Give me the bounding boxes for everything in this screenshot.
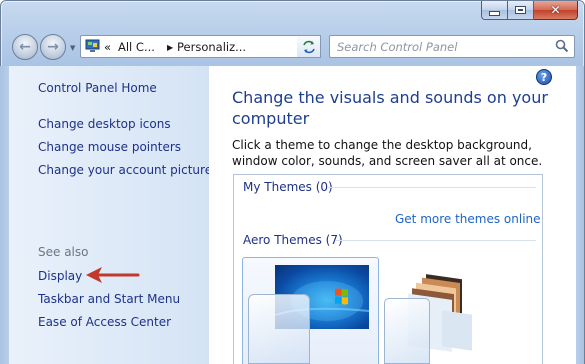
my-themes-divider — [328, 187, 536, 188]
recent-pages-dropdown-icon[interactable]: ▼ — [70, 44, 75, 52]
navigation-buttons: ← → ▼ — [12, 34, 75, 62]
see-also-heading: See also — [38, 245, 89, 259]
sidebar-link-ease-of-access-center[interactable]: Ease of Access Center — [38, 315, 171, 329]
forward-arrow-icon: → — [47, 39, 59, 55]
breadcrumb-personalization[interactable]: Personaliz... — [177, 40, 246, 54]
vertical-scrollbar[interactable] — [563, 66, 576, 364]
address-bar[interactable]: « All C... ▶ Personaliz... ▼ — [80, 35, 320, 58]
sidebar-link-display[interactable]: Display — [38, 269, 82, 283]
help-icon[interactable]: ? — [536, 69, 552, 85]
annotation-arrow-icon — [86, 267, 140, 283]
control-panel-icon — [85, 39, 100, 52]
forward-button[interactable]: → — [40, 34, 66, 60]
sidebar-link-taskbar-start-menu[interactable]: Taskbar and Start Menu — [38, 292, 180, 306]
search-placeholder: Search Control Panel — [337, 40, 458, 54]
get-more-themes-link[interactable]: Get more themes online — [395, 212, 541, 226]
maximize-icon — [508, 1, 533, 19]
minimize-button[interactable] — [481, 1, 508, 20]
page-title: Change the visuals and sounds on your co… — [232, 88, 548, 128]
breadcrumb-overflow[interactable]: « — [104, 40, 111, 54]
breadcrumb-all-control-panel[interactable]: All C... — [118, 40, 155, 54]
close-button[interactable]: ✕ — [534, 1, 578, 20]
window-left-border — [0, 66, 9, 364]
minimize-icon — [482, 1, 507, 19]
back-button[interactable]: ← — [12, 34, 38, 60]
page-description: Click a theme to change the desktop back… — [232, 138, 543, 168]
refresh-button[interactable] — [297, 35, 321, 58]
breadcrumb-separator-icon[interactable]: ▶ — [167, 43, 173, 52]
search-input[interactable]: Search Control Panel — [329, 35, 575, 58]
aero-themes-heading[interactable]: Aero Themes (7) — [243, 233, 343, 247]
sidebar-link-change-desktop-icons[interactable]: Change desktop icons — [38, 117, 171, 131]
search-icon[interactable] — [555, 39, 569, 53]
refresh-icon — [302, 40, 315, 53]
sidebar-link-control-panel-home[interactable]: Control Panel Home — [38, 81, 157, 95]
my-themes-heading[interactable]: My Themes (0) — [243, 180, 333, 194]
windows-7-glass-preview — [248, 294, 310, 364]
close-icon: ✕ — [550, 3, 561, 17]
back-arrow-icon: ← — [19, 39, 31, 55]
architecture-glass-preview — [384, 298, 430, 364]
window-right-border — [576, 66, 584, 364]
sidebar: Control Panel Home Change desktop icons … — [9, 66, 212, 364]
caption-buttons: ✕ — [481, 1, 578, 21]
maximize-button[interactable] — [508, 1, 534, 20]
aero-themes-divider — [336, 240, 536, 241]
sidebar-link-change-mouse-pointers[interactable]: Change mouse pointers — [38, 140, 181, 154]
sidebar-link-change-account-picture[interactable]: Change your account picture — [38, 163, 212, 177]
